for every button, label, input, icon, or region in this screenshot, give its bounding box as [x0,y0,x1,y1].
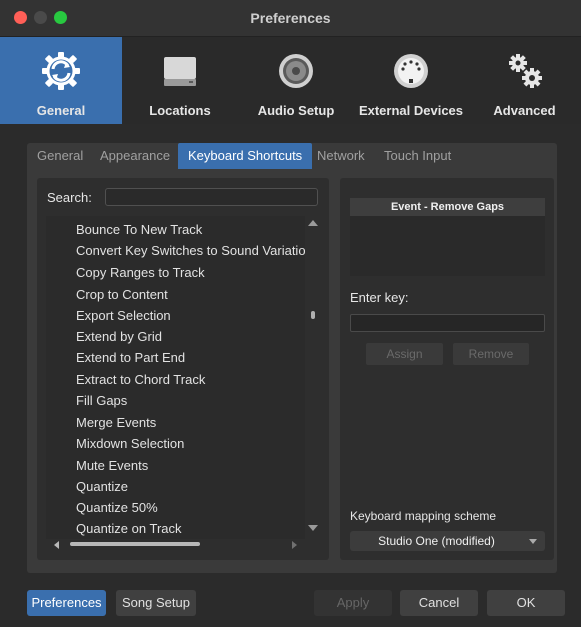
mapping-scheme-select[interactable]: Studio One (modified) [350,531,545,551]
enter-key-field[interactable] [350,314,545,332]
window-title: Preferences [250,10,331,26]
preferences-toolbar: General Locations Audio Setup External D… [0,37,581,124]
command-list[interactable]: Bounce To New Track Convert Key Switches… [46,216,305,539]
list-item[interactable]: Bounce To New Track [76,222,202,237]
remove-button[interactable]: Remove [453,343,529,365]
tab-appearance[interactable]: Appearance [100,143,170,169]
toolbar-advanced[interactable]: Advanced [468,37,581,124]
list-item[interactable]: Fill Gaps [76,393,127,408]
speaker-icon [279,54,313,88]
cancel-button[interactable]: Cancel [400,590,478,616]
tab-keyboard-shortcuts[interactable]: Keyboard Shortcuts [178,143,313,169]
vertical-scroll-thumb[interactable] [311,311,315,319]
toolbar-locations[interactable]: Locations [122,37,238,124]
list-item[interactable]: Extract to Chord Track [76,372,205,387]
toolbar-general-label: General [36,103,86,118]
enter-key-label: Enter key: [350,290,409,305]
command-list-horizontal-scrollbar[interactable] [46,539,305,551]
assigned-keys-box[interactable] [350,216,545,276]
list-item[interactable]: Quantize [76,479,128,494]
gear-circle-icon [42,52,80,90]
horizontal-scroll-thumb[interactable] [70,542,200,546]
title-bar: Preferences [0,0,581,37]
gears-icon [508,54,542,88]
hard-drive-icon [164,57,196,86]
preferences-button[interactable]: Preferences [27,590,106,616]
toolbar-external-devices[interactable]: External Devices [354,37,468,124]
list-item[interactable]: Quantize 50% [76,500,158,515]
toolbar-audio-setup-label: Audio Setup [257,103,335,118]
list-item[interactable]: Convert Key Switches to Sound Variations [76,243,305,258]
tab-touch-input[interactable]: Touch Input [384,143,451,169]
toolbar-locations-label: Locations [149,103,211,118]
toolbar-advanced-label: Advanced [493,103,556,118]
search-input[interactable] [105,188,318,206]
toolbar-general[interactable]: General [0,37,122,124]
chevron-down-icon [529,539,537,544]
assign-button[interactable]: Assign [366,343,443,365]
scroll-right-arrow-icon[interactable] [292,541,297,549]
list-item[interactable]: Extend to Part End [76,350,185,365]
list-item[interactable]: Merge Events [76,415,156,430]
toolbar-audio-setup[interactable]: Audio Setup [238,37,354,124]
scroll-up-arrow-icon[interactable] [308,220,318,226]
search-label: Search: [47,190,92,205]
song-setup-button[interactable]: Song Setup [116,590,196,616]
list-item[interactable]: Extend by Grid [76,329,162,344]
list-item[interactable]: Crop to Content [76,287,168,302]
command-list-vertical-scrollbar[interactable] [305,216,321,539]
scroll-left-arrow-icon[interactable] [54,541,59,549]
scroll-down-arrow-icon[interactable] [308,525,318,531]
list-item[interactable]: Mixdown Selection [76,436,184,451]
list-item[interactable]: Export Selection [76,308,171,323]
toolbar-external-devices-label: External Devices [358,103,464,118]
list-item[interactable]: Mute Events [76,458,148,473]
tab-general[interactable]: General [37,143,83,169]
midi-connector-icon [394,54,428,88]
tab-network[interactable]: Network [317,143,365,169]
ok-button[interactable]: OK [487,590,565,616]
apply-button[interactable]: Apply [314,590,392,616]
list-item[interactable]: Copy Ranges to Track [76,265,205,280]
scheme-label: Keyboard mapping scheme [350,509,497,523]
event-header: Event - Remove Gaps [350,198,545,216]
scheme-value: Studio One (modified) [378,534,495,548]
list-item[interactable]: Quantize on Track [76,521,182,536]
